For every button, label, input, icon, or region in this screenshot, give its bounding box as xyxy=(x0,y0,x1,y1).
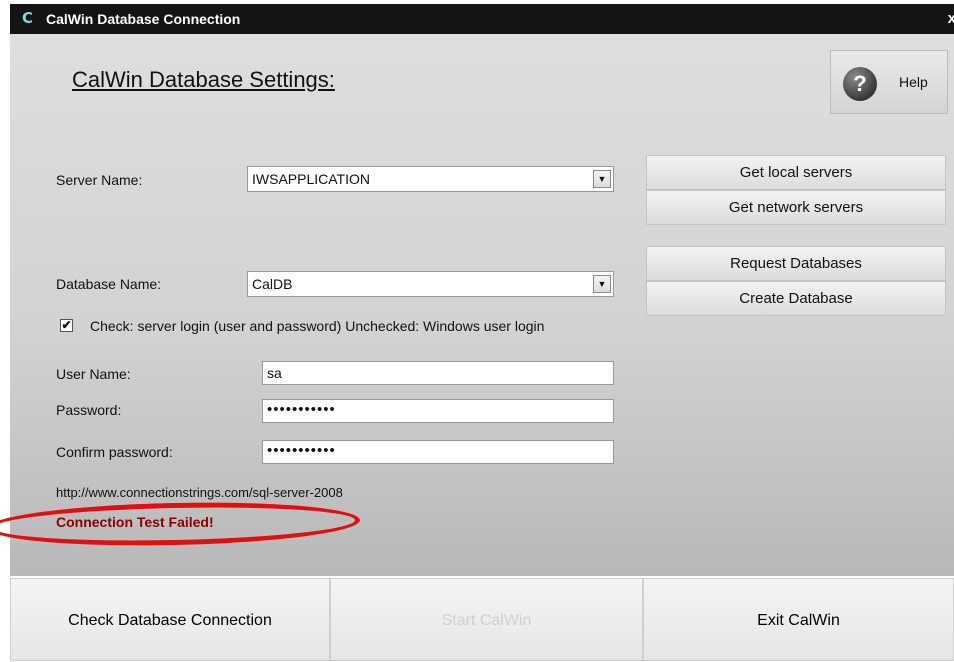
calwin-app-icon: C xyxy=(22,9,34,27)
help-label: Help xyxy=(899,74,928,90)
database-name-value: CalDB xyxy=(252,276,293,292)
check-database-connection-button[interactable]: Check Database Connection xyxy=(10,578,330,661)
server-name-value: IWSAPPLICATION xyxy=(252,171,370,187)
exit-calwin-button[interactable]: Exit CalWin xyxy=(643,578,954,661)
create-database-button[interactable]: Create Database xyxy=(646,281,946,316)
request-databases-button[interactable]: Request Databases xyxy=(646,246,946,281)
server-name-label: Server Name: xyxy=(56,172,143,188)
server-login-checkbox[interactable]: ✔ xyxy=(60,319,73,332)
calwin-connection-window: C CalWin Database Connection x CalWin Da… xyxy=(0,0,954,661)
database-name-select[interactable]: CalDB ▼ xyxy=(247,271,614,297)
user-name-label: User Name: xyxy=(56,366,131,382)
get-local-servers-button[interactable]: Get local servers xyxy=(646,155,946,190)
password-input[interactable]: ••••••••••• xyxy=(262,399,614,423)
page-title: CalWin Database Settings: xyxy=(72,67,335,92)
confirm-password-label: Confirm password: xyxy=(56,444,173,460)
password-label: Password: xyxy=(56,402,122,418)
server-name-select[interactable]: IWSAPPLICATION ▼ xyxy=(247,166,614,192)
title-bar[interactable]: C CalWin Database Connection x xyxy=(10,4,954,34)
confirm-password-input[interactable]: ••••••••••• xyxy=(262,440,614,464)
connection-strings-link[interactable]: http://www.connectionstrings.com/sql-ser… xyxy=(56,485,343,500)
chevron-down-icon[interactable]: ▼ xyxy=(593,170,611,188)
user-name-input[interactable]: sa xyxy=(262,361,614,385)
start-calwin-button[interactable]: Start CalWin xyxy=(330,578,643,661)
get-network-servers-button[interactable]: Get network servers xyxy=(646,190,946,225)
database-name-label: Database Name: xyxy=(56,276,162,292)
chevron-down-icon[interactable]: ▼ xyxy=(593,275,611,293)
close-icon[interactable]: x xyxy=(948,10,954,27)
server-login-checkbox-label: Check: server login (user and password) … xyxy=(90,318,545,334)
help-button[interactable]: ? Help xyxy=(830,50,948,114)
window-title: CalWin Database Connection xyxy=(46,11,241,27)
question-mark-icon: ? xyxy=(843,67,877,101)
